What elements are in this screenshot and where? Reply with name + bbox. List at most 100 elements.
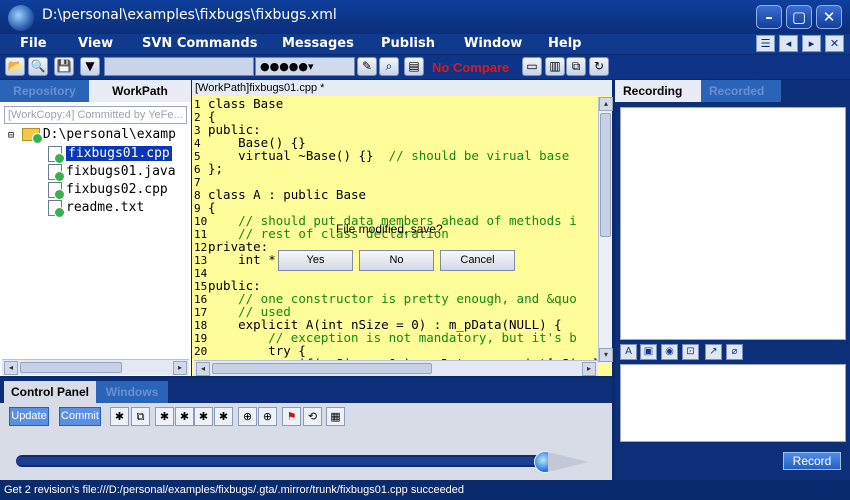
refresh-icon[interactable]: ↻ bbox=[589, 57, 609, 76]
recording-toolbar: A ▣ ◉ ⊡ ↗ ⌀ bbox=[620, 342, 846, 362]
toolbar-dropdown[interactable]: ●●●●●▾ bbox=[255, 57, 355, 76]
code-line[interactable]: 7 bbox=[192, 175, 208, 189]
scroll-thumb[interactable] bbox=[212, 363, 432, 374]
tab-recorded[interactable]: Recorded bbox=[701, 80, 781, 102]
scroll-down-icon[interactable]: ▾ bbox=[599, 348, 613, 362]
code-line[interactable]: 6}; bbox=[192, 162, 223, 176]
tree-item-readme-txt[interactable]: readme.txt bbox=[48, 199, 144, 218]
search-icon[interactable]: 🔍 bbox=[28, 57, 48, 76]
compare-icon[interactable]: ▤ bbox=[404, 57, 424, 76]
workcopy-label: [WorkCopy:4] Committed by YeFe... bbox=[4, 106, 187, 124]
scroll-right-icon[interactable]: ▸ bbox=[582, 362, 596, 376]
tab-recording[interactable]: Recording bbox=[615, 80, 701, 102]
bug-icon[interactable]: ✱ bbox=[155, 407, 174, 426]
toolbar-field[interactable] bbox=[104, 57, 254, 76]
find-icon[interactable]: ⌕ bbox=[379, 57, 399, 76]
text-icon[interactable]: A bbox=[620, 344, 637, 360]
tab-control-panel[interactable]: Control Panel bbox=[4, 381, 96, 403]
flag-icon[interactable]: ⚑ bbox=[282, 407, 301, 426]
recording-area[interactable] bbox=[620, 107, 846, 340]
sync-icon[interactable]: ⟲ bbox=[303, 407, 322, 426]
tree-root[interactable]: ⊟ D:\personal\examp bbox=[8, 126, 176, 144]
scroll-up-icon[interactable]: ▴ bbox=[599, 97, 613, 111]
save-icon[interactable]: 💾 bbox=[54, 57, 74, 76]
bug-icon[interactable]: ✱ bbox=[214, 407, 233, 426]
view-icon[interactable]: ▭ bbox=[522, 57, 542, 76]
screenshot-icon[interactable]: ⊡ bbox=[682, 344, 699, 360]
update-button[interactable]: Update bbox=[9, 407, 49, 426]
code-line[interactable]: 1 class Base bbox=[192, 97, 283, 111]
cancel-button[interactable]: Cancel bbox=[440, 250, 515, 271]
commit-button[interactable]: Commit bbox=[59, 407, 101, 426]
scroll-left-icon[interactable]: ◂ bbox=[196, 362, 210, 376]
minimize-button[interactable]: – bbox=[756, 5, 782, 29]
pin-icon[interactable]: ↗ bbox=[705, 344, 722, 360]
menu-messages[interactable]: Messages bbox=[282, 36, 354, 51]
collapse-icon[interactable]: ⊟ bbox=[8, 130, 14, 141]
tab-windows[interactable]: Windows bbox=[96, 381, 168, 403]
forward-icon[interactable]: ▸ bbox=[802, 35, 821, 52]
bug-icon[interactable]: ✱ bbox=[194, 407, 213, 426]
split-icon[interactable]: ▥ bbox=[545, 57, 565, 76]
tree-root-label: D:\personal\examp bbox=[42, 127, 176, 142]
play-arrow-icon[interactable] bbox=[548, 452, 588, 472]
timeline-fill bbox=[16, 457, 536, 465]
tab-workpath[interactable]: WorkPath bbox=[89, 80, 191, 102]
status-icons: ●●●●●▾ bbox=[260, 60, 314, 73]
merge-icon[interactable]: ⧉ bbox=[566, 57, 586, 76]
code-text: virtual ~Base() {} bbox=[208, 148, 389, 163]
highlight-icon[interactable]: ✎ bbox=[357, 57, 377, 76]
menu-publish[interactable]: Publish bbox=[381, 36, 435, 51]
menu-svn-commands[interactable]: SVN Commands bbox=[142, 36, 257, 51]
window-title: D:\personal\examples\fixbugs\fixbugs.xml bbox=[42, 7, 337, 23]
filter-icon[interactable]: ▼ bbox=[80, 57, 100, 76]
code-line[interactable]: 13 int * bbox=[192, 253, 276, 267]
editor-vscrollbar[interactable]: ▴ ▾ bbox=[598, 97, 613, 363]
scroll-thumb[interactable] bbox=[20, 362, 122, 373]
open-folder-icon[interactable]: 📂 bbox=[5, 57, 25, 76]
tree-item-label: fixbugs01.cpp bbox=[66, 146, 172, 161]
menu-file[interactable]: File bbox=[20, 36, 47, 51]
scroll-right-icon[interactable]: ▸ bbox=[173, 361, 187, 375]
window-close-icon[interactable]: ✕ bbox=[825, 35, 844, 52]
copy-icon[interactable]: ⧉ bbox=[131, 407, 150, 426]
menu-help[interactable]: Help bbox=[548, 36, 581, 51]
recording-notes[interactable] bbox=[620, 364, 846, 442]
record-button[interactable]: Record bbox=[783, 452, 841, 470]
close-button[interactable]: ✕ bbox=[816, 5, 842, 29]
dialog-message: File modified, save? bbox=[336, 222, 443, 236]
code-line[interactable]: 14 bbox=[192, 266, 208, 280]
zoom-icon[interactable]: ⊕ bbox=[238, 407, 257, 426]
bug-icon[interactable]: ✱ bbox=[110, 407, 129, 426]
bug-icon[interactable]: ✱ bbox=[175, 407, 194, 426]
left-hscrollbar[interactable]: ◂ ▸ bbox=[2, 359, 189, 375]
app-icon bbox=[8, 5, 34, 31]
no-compare-label[interactable]: No Compare bbox=[432, 60, 509, 75]
tree-item-fixbugs02-cpp[interactable]: fixbugs02.cpp bbox=[48, 181, 168, 200]
maximize-button[interactable]: ▢ bbox=[786, 5, 812, 29]
menu-view[interactable]: View bbox=[78, 36, 113, 51]
layout-icon[interactable]: ☰ bbox=[756, 35, 775, 52]
title-bar: D:\personal\examples\fixbugs\fixbugs.xml… bbox=[0, 0, 850, 34]
menu-window[interactable]: Window bbox=[464, 36, 522, 51]
calendar-icon[interactable]: ▦ bbox=[326, 407, 345, 426]
scroll-thumb[interactable] bbox=[600, 113, 611, 237]
tree-item-fixbugs01-cpp[interactable]: fixbugs01.cpp bbox=[48, 145, 172, 164]
code-line[interactable]: 5 virtual ~Base() {} // should be virual… bbox=[192, 148, 569, 163]
cpp-file-icon bbox=[48, 181, 65, 200]
yes-button[interactable]: Yes bbox=[278, 250, 353, 271]
editor-hscrollbar[interactable]: ◂ ▸ bbox=[194, 360, 598, 376]
java-file-icon bbox=[48, 163, 65, 182]
tree-item-fixbugs01-java[interactable]: fixbugs01.java bbox=[48, 163, 176, 182]
camera-icon[interactable]: ◉ bbox=[661, 344, 678, 360]
tab-repository[interactable]: Repository bbox=[0, 80, 89, 102]
attach-icon[interactable]: ⌀ bbox=[726, 344, 743, 360]
txt-file-icon bbox=[48, 199, 65, 218]
scroll-left-icon[interactable]: ◂ bbox=[4, 361, 18, 375]
tree-item-label: fixbugs02.cpp bbox=[66, 182, 168, 197]
no-button[interactable]: No bbox=[359, 250, 434, 271]
back-icon[interactable]: ◂ bbox=[779, 35, 798, 52]
image-icon[interactable]: ▣ bbox=[640, 344, 657, 360]
zoom-icon[interactable]: ⊕ bbox=[258, 407, 277, 426]
code-line[interactable]: 8 class A : public Base bbox=[192, 188, 366, 202]
